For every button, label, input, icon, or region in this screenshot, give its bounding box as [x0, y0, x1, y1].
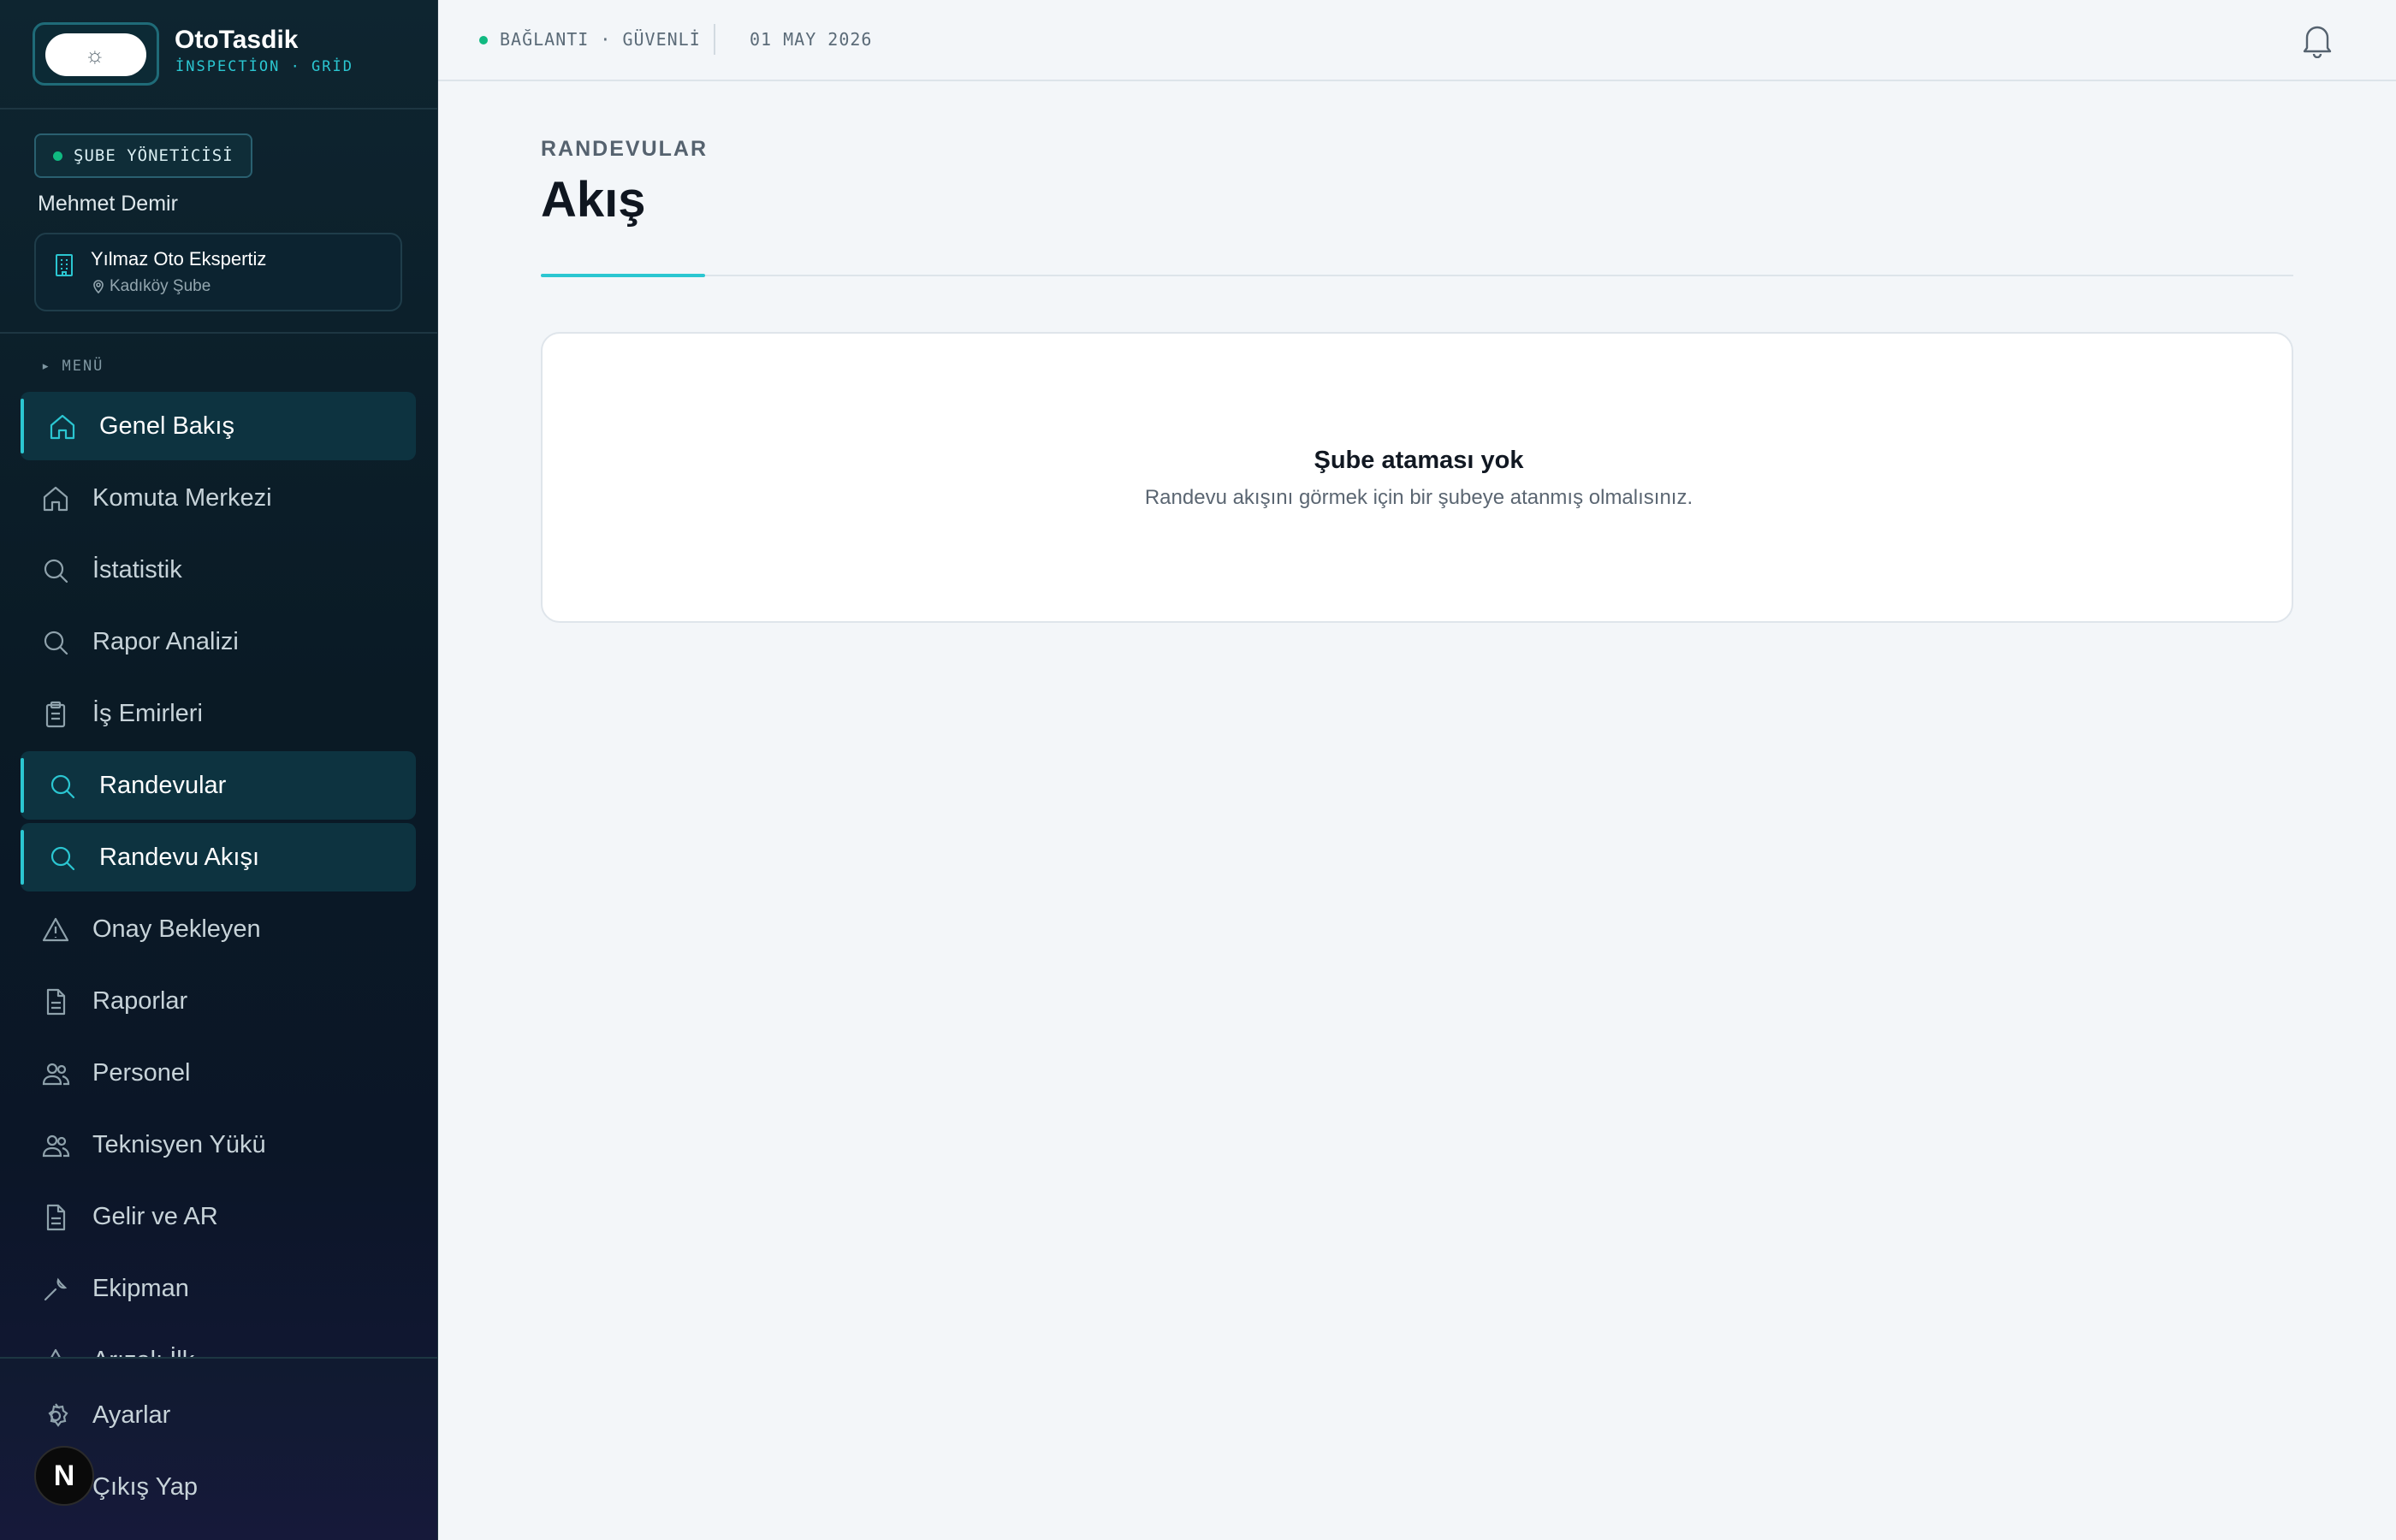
branch-name: Yılmaz Oto Ekspertiz	[91, 248, 267, 270]
sidebar-item-label: Randevu Akışı	[99, 843, 259, 871]
sidebar-item-gelir-ve-ar[interactable]: Gelir ve AR	[21, 1182, 416, 1251]
role-label: ŞUBE YÖNETİCİSİ	[74, 146, 234, 165]
title-divider	[541, 275, 2293, 276]
current-date: 01 MAY 2026	[750, 29, 873, 50]
title-accent-bar	[541, 274, 705, 277]
sidebar-item-onay-bekleyen[interactable]: Onay Bekleyen	[21, 895, 416, 963]
menu-label: ▸ MENÜ	[41, 358, 104, 375]
divider	[714, 24, 715, 55]
sidebar-item-label: Raporlar	[92, 986, 188, 1015]
sidebar-item-label: Rapor Analizi	[92, 627, 239, 655]
clipboard-icon	[45, 701, 66, 728]
branch-location-label: Kadıköy Şube	[110, 277, 211, 295]
sidebar-item-komuta-merkezi[interactable]: Komuta Merkezi	[21, 464, 416, 532]
users-icon	[42, 1063, 70, 1086]
settings-label: Ayarlar	[92, 1401, 171, 1429]
home-icon	[50, 414, 75, 440]
brand-logo[interactable]: ☼	[33, 22, 159, 86]
sidebar-item-label: Ekipman	[92, 1274, 189, 1302]
sidebar: ☼ OtoTasdik İNSPECTİON · GRİD ŞUBE YÖNET…	[0, 0, 438, 1540]
sidebar-item-randevu-akisi[interactable]: Randevu Akışı	[21, 823, 416, 891]
gear-icon	[48, 1403, 68, 1427]
sidebar-item-label: Gelir ve AR	[92, 1202, 218, 1230]
sidebar-item-arizali[interactable]: Arızalı İlk...	[21, 1326, 416, 1360]
users-icon	[42, 1134, 70, 1158]
sidebar-item-rapor-analizi[interactable]: Rapor Analizi	[21, 607, 416, 676]
search-icon	[44, 559, 68, 583]
bell-icon[interactable]	[2300, 22, 2334, 58]
sidebar-item-label: Randevular	[99, 771, 227, 799]
settings-button[interactable]: Ayarlar	[21, 1381, 416, 1449]
file-icon	[46, 1204, 66, 1231]
location-pin-icon	[93, 280, 104, 294]
logo-pill: ☼	[45, 33, 146, 76]
sidebar-item-label: İş Emirleri	[92, 699, 203, 727]
empty-state-description: Randevu akışını görmek için bir şubeye a…	[1144, 486, 1693, 509]
search-icon	[50, 846, 75, 871]
sidebar-item-genel-bakis[interactable]: Genel Bakış	[21, 392, 416, 460]
next-dev-badge[interactable]: N	[34, 1446, 94, 1506]
sidebar-item-label: Teknisyen Yükü	[92, 1130, 266, 1158]
sidebar-item-randevular[interactable]: Randevular	[21, 751, 416, 820]
page-eyebrow: RANDEVULAR	[541, 137, 708, 161]
branch-card[interactable]: Yılmaz Oto Ekspertiz Kadıköy Şube	[34, 233, 402, 311]
sidebar-item-label: Genel Bakış	[99, 412, 234, 440]
divider	[0, 332, 437, 334]
sidebar-item-istatistik[interactable]: İstatistik	[21, 536, 416, 604]
sidebar-item-label: Personel	[92, 1058, 191, 1087]
warning-icon	[42, 917, 69, 942]
role-badge: ŞUBE YÖNETİCİSİ	[34, 133, 252, 178]
branch-location: Kadıköy Şube	[91, 277, 211, 296]
search-icon	[50, 774, 75, 799]
logout-label: Çıkış Yap	[92, 1472, 199, 1501]
turbo-icon: ☼	[85, 42, 105, 68]
home-icon	[43, 486, 68, 512]
sidebar-item-personel[interactable]: Personel	[21, 1039, 416, 1107]
brand-header: ☼ OtoTasdik İNSPECTİON · GRİD	[0, 0, 437, 110]
building-icon	[56, 254, 73, 276]
sidebar-item-label: İstatistik	[92, 555, 182, 583]
brand-subtitle: İNSPECTİON · GRİD	[175, 58, 353, 75]
connection-status-dot	[479, 36, 488, 44]
sidebar-nav: Genel Bakış Komuta Merkezi İstatistik Ra…	[21, 392, 416, 1360]
user-name: Mehmet Demir	[38, 192, 178, 216]
top-bar: BAĞLANTI · GÜVENLİ 01 MAY 2026	[438, 0, 2396, 81]
connection-status: BAĞLANTI · GÜVENLİ	[500, 29, 701, 50]
status-dot	[53, 151, 62, 161]
empty-state-title: Şube ataması yok	[1314, 447, 1524, 474]
wrench-icon	[44, 1277, 68, 1301]
search-icon	[44, 631, 68, 655]
empty-state-card: Şube ataması yok Randevu akışını görmek …	[541, 332, 2293, 623]
sidebar-item-ekipman[interactable]: Ekipman	[21, 1254, 416, 1323]
brand-title: OtoTasdik	[175, 26, 299, 54]
file-icon	[46, 988, 66, 1016]
page-title: Akış	[541, 172, 646, 228]
sidebar-item-raporlar[interactable]: Raporlar	[21, 967, 416, 1035]
sidebar-item-teknisyen-yuku[interactable]: Teknisyen Yükü	[21, 1111, 416, 1179]
sidebar-item-label: Onay Bekleyen	[92, 915, 261, 943]
sidebar-item-label: Komuta Merkezi	[92, 483, 272, 512]
sidebar-item-is-emirleri[interactable]: İş Emirleri	[21, 679, 416, 748]
